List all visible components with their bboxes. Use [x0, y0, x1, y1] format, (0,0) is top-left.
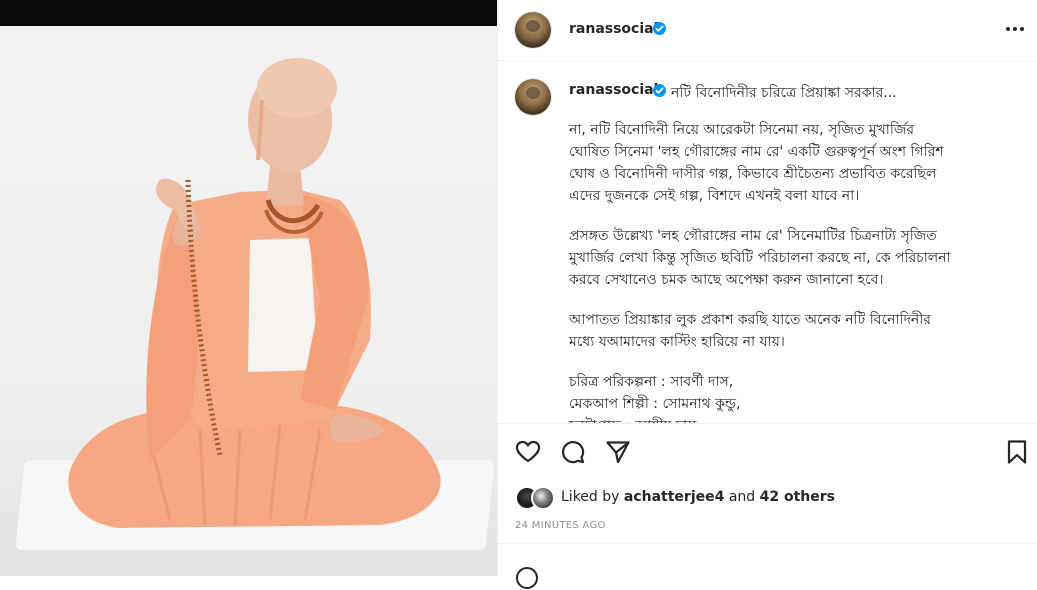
author-username[interactable]: ranassocial [569, 21, 658, 37]
credit-line: মেকআপ শিল্পী : সোমনাথ কুন্ডু, [569, 396, 741, 412]
comment-bar [498, 543, 1037, 589]
caption-title: নটি বিনোদিনীর চরিত্রে প্রিয়াঙ্কা সরকার.… [671, 85, 897, 101]
comment-bubble-icon[interactable] [560, 439, 586, 465]
caption-author-avatar[interactable] [515, 79, 551, 115]
liker-avatar[interactable] [531, 486, 555, 510]
caption-body: না, নটি বিনোদিনী নিয়ে আরেকটা সিনেমা নয়… [569, 119, 1019, 423]
caption-author-username[interactable]: ranassocial [569, 82, 658, 98]
liked-by-prefix: Liked by [561, 489, 620, 505]
heart-icon[interactable] [515, 439, 541, 465]
credit-line: চরিত্র পরিকল্পনা : সাবর্ণী দাস, [569, 374, 734, 390]
caption-area: ranassocial নটি বিনোদিনীর চরিত্রে প্রিয়… [498, 61, 1037, 423]
liked-by-user-link[interactable]: achatterjee4 [624, 489, 724, 505]
emoji-smiley-icon[interactable] [515, 566, 539, 590]
caption-paragraph: না, নটি বিনোদিনী নিয়ে আরেকটা সিনেমা নয়… [569, 122, 944, 204]
likes-row: Liked by achatterjee4 and 42 others [498, 483, 1037, 511]
verified-badge-icon [653, 84, 666, 97]
post-header: ranassocial [498, 0, 1037, 61]
caption-paragraph: আপাতত প্রিয়াঙ্কার লুক প্রকাশ করছি যাতে … [569, 312, 931, 350]
paper-plane-icon[interactable] [605, 439, 631, 465]
credit-line: ফটোগ্রাফ : আশীষ দাস [569, 415, 1019, 423]
seated-woman-in-saffron-robe-illustration [68, 58, 441, 528]
post-side-panel: ranassocial ranassocial নটি বিনোদিনীর চর… [497, 0, 1037, 589]
bookmark-icon[interactable] [1004, 439, 1030, 465]
post-actions-bar [498, 423, 1037, 482]
liked-by-others-link[interactable]: 42 others [760, 489, 835, 505]
caption-paragraph: প্রসঙ্গত উল্লেখ্য 'লহ গৌরাঙ্গের নাম রে' … [569, 228, 951, 288]
post-timestamp[interactable]: 24 MINUTES AGO [515, 520, 606, 531]
liked-by-and: and [728, 489, 756, 505]
caption-credits: চরিত্র পরিকল্পনা : সাবর্ণী দাস, মেকআপ শি… [569, 371, 1019, 423]
more-dots-icon[interactable] [1004, 20, 1026, 38]
verified-badge-icon [653, 22, 666, 35]
author-avatar[interactable] [515, 12, 551, 48]
likes-summary: Liked by achatterjee4 and 42 others [561, 489, 835, 505]
post-image[interactable] [0, 0, 497, 576]
